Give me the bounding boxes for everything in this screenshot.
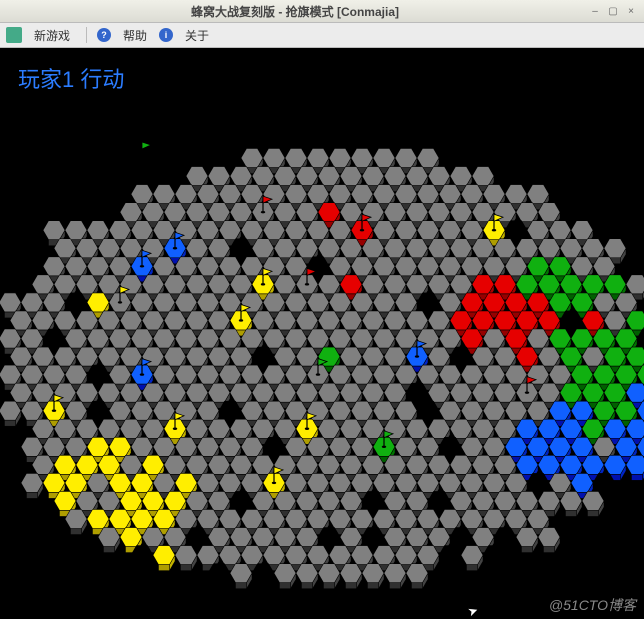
help-icon: ? [97,28,111,42]
app-icon [6,27,22,43]
window-title: 蜂窝大战复刻版 - 抢旗模式 [Conmajia] [6,3,584,20]
menu-new-game[interactable]: 新游戏 [28,25,76,46]
close-button[interactable]: × [624,4,638,18]
titlebar: 蜂窝大战复刻版 - 抢旗模式 [Conmajia] – ▢ × [0,0,644,23]
menu-help[interactable]: 帮助 [117,25,153,46]
info-icon: i [159,28,173,42]
hex-cell[interactable] [21,257,43,276]
menu-separator [86,27,87,43]
game-area[interactable]: 玩家1 行动 @51CTO博客 ➤ [0,48,644,619]
minimize-button[interactable]: – [588,4,602,18]
flag-green [140,142,151,159]
menubar: 新游戏 ? 帮助 i 关于 [0,23,644,48]
maximize-button[interactable]: ▢ [606,4,620,18]
watermark: @51CTO博客 [549,595,636,615]
hex-cell[interactable] [626,275,644,294]
hex-board[interactable] [0,48,644,619]
game-window: 蜂窝大战复刻版 - 抢旗模式 [Conmajia] – ▢ × 新游戏 ? 帮助… [0,0,644,619]
menu-about[interactable]: 关于 [179,25,215,46]
